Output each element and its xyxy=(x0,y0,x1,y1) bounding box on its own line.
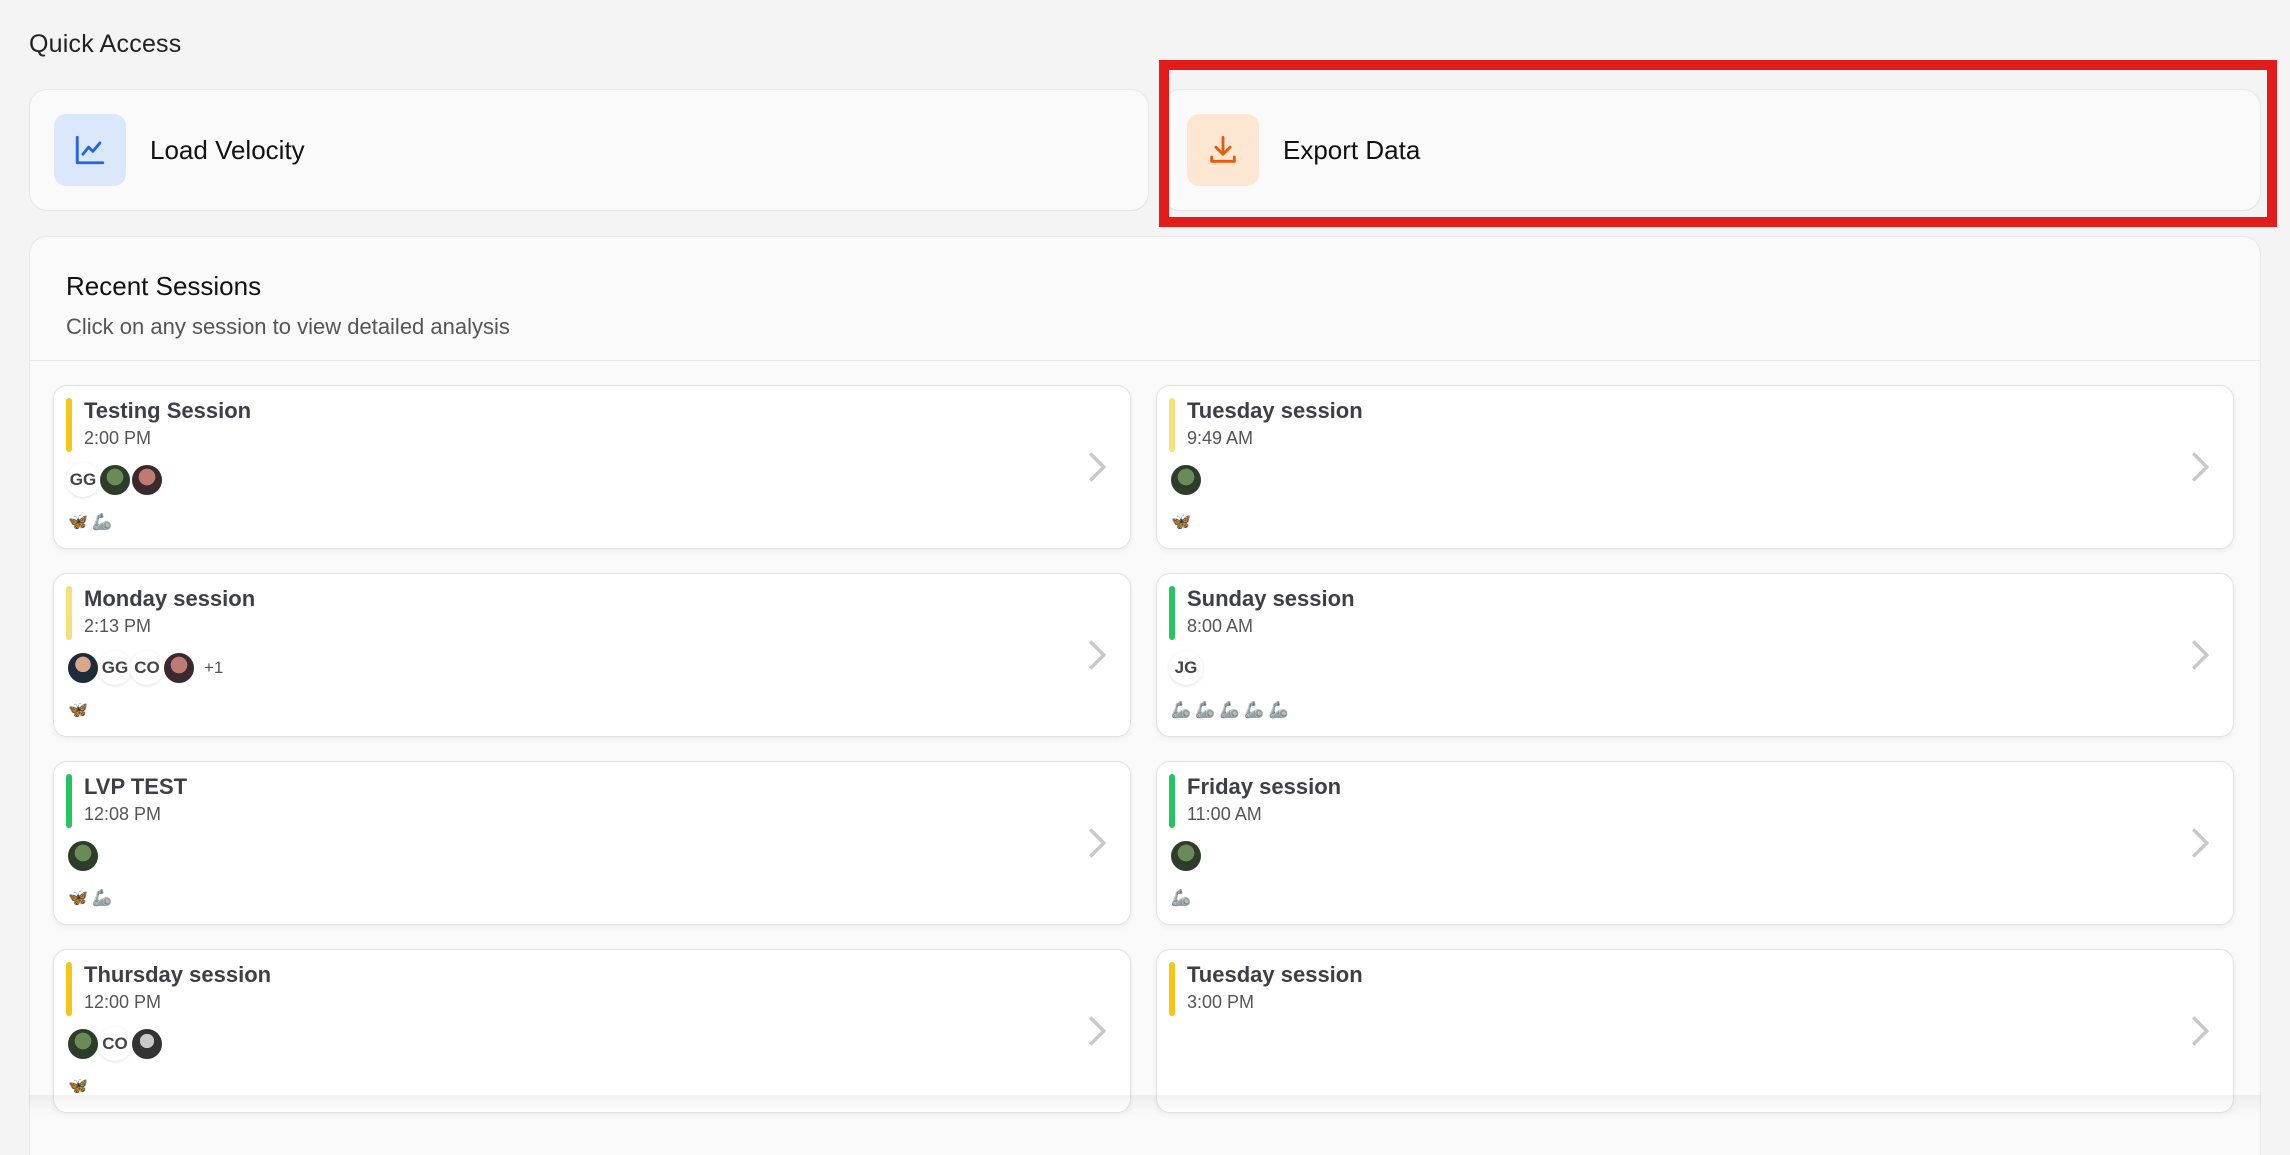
avatar xyxy=(130,1027,164,1061)
chevron-right-icon xyxy=(1088,828,1107,858)
avatar: GG xyxy=(98,651,132,685)
avatar xyxy=(66,651,100,685)
session-card[interactable]: Friday session 11:00 AM 🦾 xyxy=(1156,761,2234,925)
participants: GG CO +1 xyxy=(66,651,223,685)
session-time: 8:00 AM xyxy=(1187,616,1254,636)
participants xyxy=(66,839,100,873)
participants: GG xyxy=(66,463,164,497)
session-title: Tuesday session xyxy=(1187,962,1363,987)
status-bar xyxy=(66,586,72,640)
session-time: 2:00 PM xyxy=(84,428,152,448)
chevron-right-icon xyxy=(2191,1016,2210,1046)
session-title: Testing Session xyxy=(84,398,252,423)
avatar xyxy=(162,651,196,685)
exercise-icons: 🦋 🦾 xyxy=(68,890,113,907)
participants xyxy=(1169,463,1203,497)
session-card[interactable]: Thursday session 12:00 PM CO 🦋 xyxy=(53,949,1131,1113)
avatar: GG xyxy=(66,463,100,497)
avatar xyxy=(1169,839,1203,873)
avatar xyxy=(66,839,100,873)
load-velocity-label: Load Velocity xyxy=(150,134,305,165)
download-icon xyxy=(1187,114,1259,186)
load-velocity-card[interactable]: Load Velocity xyxy=(29,89,1149,211)
avatar: JG xyxy=(1169,651,1203,685)
chevron-right-icon xyxy=(2191,452,2210,482)
chevron-right-icon xyxy=(2191,640,2210,670)
avatar: CO xyxy=(98,1027,132,1061)
session-title: Friday session xyxy=(1187,774,1342,799)
status-bar xyxy=(1169,774,1175,828)
session-time: 11:00 AM xyxy=(1187,804,1262,824)
session-time: 3:00 PM xyxy=(1187,992,1255,1012)
recent-sessions-subtitle: Click on any session to view detailed an… xyxy=(66,314,510,339)
participants: JG xyxy=(1169,651,1203,685)
avatar xyxy=(130,463,164,497)
export-data-label: Export Data xyxy=(1283,134,1421,165)
participants: CO xyxy=(66,1027,164,1061)
exercise-icons: 🦋 xyxy=(68,1078,88,1095)
exercise-icons: 🦋 🦾 xyxy=(68,514,113,531)
session-card[interactable]: Tuesday session 3:00 PM xyxy=(1156,949,2234,1113)
chevron-right-icon xyxy=(1088,452,1107,482)
exercise-icons: 🦾 xyxy=(1171,890,1191,907)
recent-sessions-header: Recent Sessions Click on any session to … xyxy=(30,237,2260,361)
session-title: LVP TEST xyxy=(84,774,188,799)
session-card[interactable]: Sunday session 8:00 AM JG 🦾 🦾 🦾 🦾 🦾 xyxy=(1156,573,2234,737)
session-time: 12:00 PM xyxy=(84,992,162,1012)
session-title: Tuesday session xyxy=(1187,398,1363,423)
chevron-right-icon xyxy=(1088,1016,1107,1046)
chevron-right-icon xyxy=(1088,640,1107,670)
session-card[interactable]: Testing Session 2:00 PM GG 🦋 🦾 xyxy=(53,385,1131,549)
avatar: CO xyxy=(130,651,164,685)
status-bar xyxy=(1169,586,1175,640)
status-bar xyxy=(66,398,72,452)
status-bar xyxy=(66,962,72,1016)
status-bar xyxy=(1169,398,1175,452)
session-time: 2:13 PM xyxy=(84,616,152,636)
status-bar xyxy=(1169,962,1175,1016)
recent-sessions-title: Recent Sessions xyxy=(66,271,262,301)
participants xyxy=(1169,839,1203,873)
session-title: Sunday session xyxy=(1187,586,1355,611)
avatar xyxy=(66,1027,100,1061)
exercise-icons: 🦋 xyxy=(1171,514,1191,531)
avatar xyxy=(98,463,132,497)
session-title: Monday session xyxy=(84,586,256,611)
avatar xyxy=(1169,463,1203,497)
exercise-icons: 🦋 xyxy=(68,702,88,719)
session-time: 9:49 AM xyxy=(1187,428,1254,448)
export-data-card[interactable]: Export Data xyxy=(1162,89,2261,211)
chevron-right-icon xyxy=(2191,828,2210,858)
session-card[interactable]: Monday session 2:13 PM GG CO +1 🦋 xyxy=(53,573,1131,737)
scroll-fade xyxy=(29,1095,2261,1115)
session-title: Thursday session xyxy=(84,962,272,987)
more-participants-count: +1 xyxy=(204,658,224,677)
session-card[interactable]: LVP TEST 12:08 PM 🦋 🦾 xyxy=(53,761,1131,925)
session-card[interactable]: Tuesday session 9:49 AM 🦋 xyxy=(1156,385,2234,549)
session-time: 12:08 PM xyxy=(84,804,162,824)
exercise-icons: 🦾 🦾 🦾 🦾 🦾 xyxy=(1171,702,1289,719)
line-chart-icon xyxy=(54,114,126,186)
quick-access-title: Quick Access xyxy=(29,30,182,58)
recent-sessions-panel: Recent Sessions Click on any session to … xyxy=(29,236,2261,1155)
status-bar xyxy=(66,774,72,828)
